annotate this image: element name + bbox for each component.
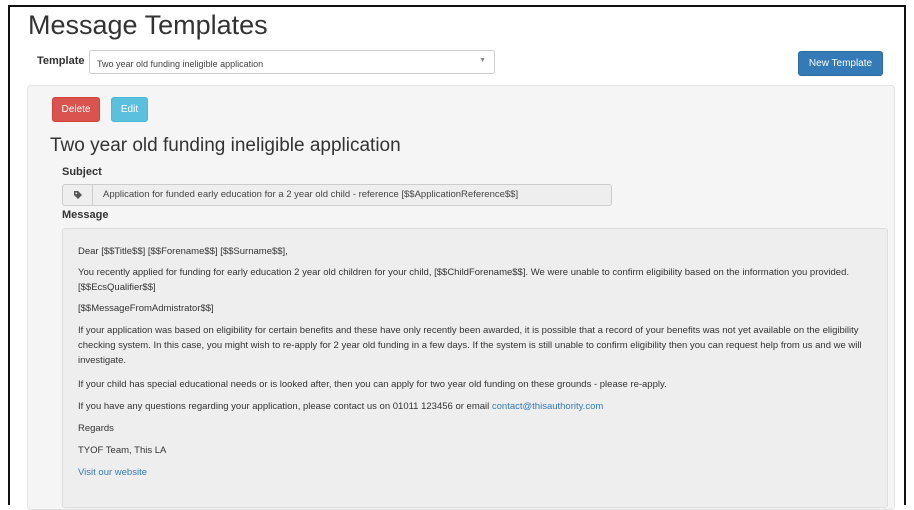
message-paragraph-2: [$$MessageFromAdmistrator$$] — [78, 303, 214, 314]
template-select-value: Two year old funding ineligible applicat… — [97, 59, 264, 69]
message-paragraph-5: If you have any questions regarding your… — [78, 399, 878, 414]
edit-button[interactable]: Edit — [111, 97, 148, 122]
message-signoff: TYOF Team, This LA — [78, 445, 167, 456]
message-paragraph-1: You recently applied for funding for ear… — [78, 267, 849, 293]
template-heading: Two year old funding ineligible applicat… — [50, 135, 401, 156]
subject-value: Application for funded early education f… — [103, 189, 519, 200]
template-select[interactable]: Two year old funding ineligible applicat… — [89, 50, 495, 74]
subject-label: Subject — [62, 166, 102, 178]
message-greeting: Dear [$$Title$$] [$$Forename$$] [$$Surna… — [78, 246, 288, 257]
message-paragraph-4: If your child has special educational ne… — [78, 379, 667, 390]
template-label: Template — [37, 55, 85, 67]
message-paragraph-3: If your application was based on eligibi… — [78, 325, 862, 366]
tag-icon — [63, 185, 93, 205]
website-link[interactable]: Visit our website — [78, 467, 147, 478]
delete-button[interactable]: Delete — [52, 97, 100, 122]
page-title: Message Templates — [28, 10, 268, 40]
message-regards: Regards — [78, 423, 114, 434]
new-template-button[interactable]: New Template — [798, 51, 883, 76]
contact-text: If you have any questions regarding your… — [78, 401, 492, 412]
message-website: Visit our website — [78, 465, 878, 480]
subject-field: Application for funded early education f… — [62, 184, 612, 206]
email-link[interactable]: contact@thisauthority.com — [492, 401, 603, 412]
chevron-down-icon: ▼ — [479, 57, 486, 64]
message-label: Message — [62, 209, 109, 221]
